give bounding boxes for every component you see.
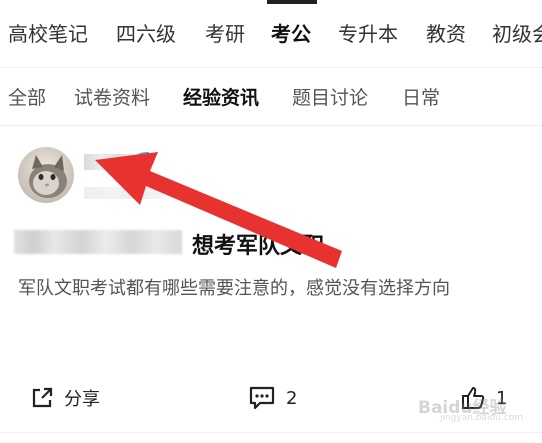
subtab-2[interactable]: 试卷资料: [74, 83, 150, 110]
tab-category-3[interactable]: 考研: [205, 18, 245, 47]
tab-category-6[interactable]: 教资: [426, 18, 466, 47]
comment-button[interactable]: 2: [248, 383, 297, 413]
tab-category-2[interactable]: 四六级: [116, 18, 176, 47]
post-title[interactable]: 想考军队文职: [192, 228, 324, 260]
avatar[interactable]: [18, 147, 74, 203]
user-meta-redacted: [84, 187, 164, 199]
watermark-sub: jingyan.baidu.com: [440, 413, 524, 423]
post-body[interactable]: 军队文职考试都有哪些需要注意的，感觉没有选择方向: [18, 275, 528, 303]
subtab-3-active[interactable]: 经验资讯: [183, 83, 259, 110]
share-button[interactable]: 分享: [30, 383, 100, 413]
verified-icon: [129, 151, 151, 165]
subtab-4[interactable]: 题目讨论: [292, 83, 368, 110]
title-prefix-redacted: [14, 230, 182, 254]
active-tab-indicator: [267, 0, 317, 4]
share-label: 分享: [64, 389, 100, 410]
subtab-1[interactable]: 全部: [8, 83, 46, 110]
subtab-5[interactable]: 日常: [402, 83, 440, 110]
comment-count: 2: [286, 387, 298, 409]
category-tabs: 高校笔记 四六级 考研 考公 专升本 教资 初级会: [0, 0, 542, 68]
tab-category-5[interactable]: 专升本: [338, 18, 398, 47]
sub-tabs: 全部 试卷资料 经验资讯 题目讨论 日常: [0, 68, 542, 126]
share-icon: [32, 387, 53, 408]
comment-icon: [249, 386, 275, 410]
watermark: Baidu经验 jingyan.baidu.com: [418, 393, 538, 433]
tab-category-7[interactable]: 初级会: [492, 18, 542, 47]
tab-category-4-active[interactable]: 考公: [271, 18, 311, 47]
tab-category-1[interactable]: 高校笔记: [8, 18, 88, 47]
